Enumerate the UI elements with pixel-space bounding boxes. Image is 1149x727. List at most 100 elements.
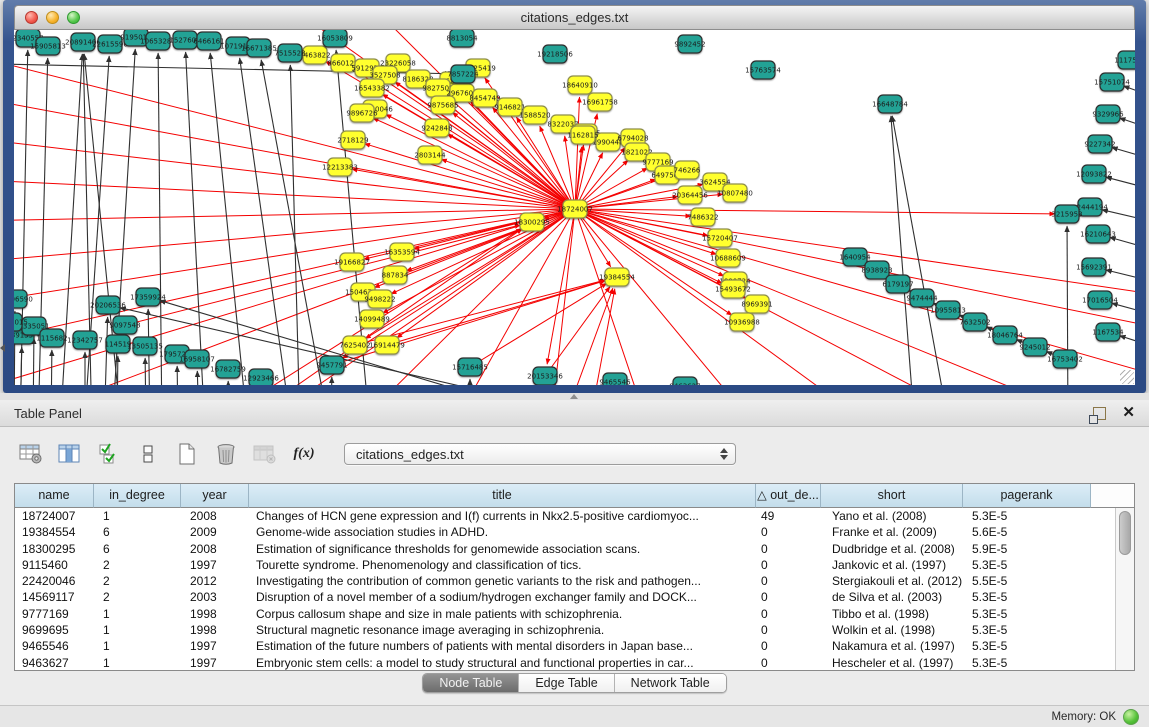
graph-node[interactable]: 9892452 [674,35,705,53]
graph-node[interactable]: 1117538 [1114,51,1135,69]
graph-edge[interactable] [560,288,613,385]
graph-edge[interactable] [386,114,575,209]
cell-pagerank[interactable]: 5.3E-5 [963,508,1091,524]
cell-year[interactable]: 1997 [181,557,249,573]
column-header-short[interactable]: short [821,484,963,508]
graph-node[interactable]: 16053809 [317,30,353,47]
graph-edge[interactable] [1102,210,1135,222]
cell-year[interactable]: 2012 [181,573,249,589]
graph-node[interactable]: 9474444 [906,289,938,307]
cell-short[interactable]: Nakamura et al. (1997) [821,638,963,654]
delete-table-icon[interactable] [211,440,241,468]
cell-in_degree[interactable]: 2 [94,573,181,589]
cell-in_degree[interactable]: 1 [94,638,181,654]
graph-edge[interactable] [228,381,229,385]
float-panel-icon[interactable] [1093,407,1106,420]
graph-node[interactable]: 17016504 [1082,291,1118,309]
cell-year[interactable]: 1998 [181,606,249,622]
graph-node[interactable]: 9498222 [364,290,395,308]
graph-edge[interactable] [125,225,520,325]
table-row[interactable]: 969969511998Structural magnetic resonanc… [15,622,1116,638]
graph-node[interactable]: 9457791 [316,356,347,374]
cell-year[interactable]: 2003 [181,589,249,605]
table-settings-icon[interactable] [16,440,46,468]
graph-edge[interactable] [545,287,610,376]
graph-node[interactable]: 19384554 [599,268,635,286]
cell-out_degree[interactable]: 0 [756,557,821,573]
table-scrollbar[interactable] [1115,508,1134,670]
close-panel-icon[interactable]: ✕ [1122,406,1135,420]
graph-node[interactable]: 15692391 [1076,258,1112,276]
select-visible-columns-icon[interactable] [94,440,124,468]
table-row[interactable]: 1830029562008Estimation of significance … [15,541,1116,557]
table-row[interactable]: 977716911998Corpus callosum shape and si… [15,606,1116,622]
graph-node[interactable]: 16961758 [582,93,618,111]
cell-in_degree[interactable]: 1 [94,622,181,638]
cell-out_degree[interactable]: 0 [756,541,821,557]
table-row[interactable]: 946554611997Estimation of the future num… [15,638,1116,654]
cell-title[interactable]: Genome-wide association studies in ADHD. [249,524,756,540]
table-row[interactable]: 911546021997Tourette syndrome. Phenomeno… [15,557,1116,573]
cell-short[interactable]: de Silva et al. (2003) [821,589,963,605]
cell-year[interactable]: 1997 [181,655,249,670]
graph-edge[interactable] [1112,303,1135,315]
panel-collapse-arrow[interactable] [0,344,5,352]
column-header-in_degree[interactable]: in_degree [94,484,181,508]
graph-node[interactable]: 1167534 [1092,323,1124,341]
cell-name[interactable]: 9699695 [15,622,94,638]
graph-node[interactable]: 7632502 [959,313,990,331]
cell-title[interactable]: Tourette syndrome. Phenomenology and cla… [249,557,756,573]
graph-edge[interactable] [355,280,605,345]
cell-year[interactable]: 2009 [181,524,249,540]
cell-out_degree[interactable]: 0 [756,606,821,622]
graph-node[interactable]: 12923466 [243,369,279,385]
column-header-out_degree[interactable]: △ out_de... [756,484,821,508]
table-select[interactable]: citations_edges.txt [344,443,736,465]
graph-node[interactable]: 6179197 [882,275,913,293]
cell-name[interactable]: 9777169 [15,606,94,622]
graph-node[interactable]: 9465546 [599,373,631,385]
graph-node[interactable]: 746266 [674,161,701,179]
graph-edge[interactable] [1106,270,1135,282]
graph-node[interactable]: 1162815 [567,126,598,144]
cell-in_degree[interactable]: 1 [94,606,181,622]
graph-node[interactable]: 16782759 [210,360,246,378]
cell-out_degree[interactable]: 0 [756,589,821,605]
graph-edge[interactable] [331,377,332,385]
graph-node[interactable]: 10936988 [724,313,760,331]
graph-edge[interactable] [117,356,118,385]
table-row[interactable]: 2242004622012Investigating the contribut… [15,573,1116,589]
cell-in_degree[interactable]: 1 [94,655,181,670]
graph-edge[interactable] [1112,147,1135,160]
graph-edge[interactable] [1119,336,1135,347]
graph-edge[interactable] [1123,86,1135,97]
cell-short[interactable]: Yano et al. (2008) [821,508,963,524]
row-options-icon[interactable] [133,440,163,468]
split-divider[interactable] [0,393,1149,400]
window-resize-grip[interactable] [1120,370,1134,384]
cell-out_degree[interactable]: 0 [756,638,821,654]
graph-node[interactable]: 9097548 [109,316,140,334]
graph-node[interactable]: 1115682 [36,329,67,347]
graph-edge[interactable] [588,289,615,385]
cell-pagerank[interactable]: 5.3E-5 [963,557,1091,573]
cell-out_degree[interactable]: 0 [756,524,821,540]
graph-edge[interactable] [373,118,575,209]
cell-short[interactable]: Dudbridge et al. (2008) [821,541,963,557]
graph-node[interactable]: 16648784 [872,95,908,113]
cell-name[interactable]: 19384554 [15,524,94,540]
cell-name[interactable]: 18300295 [15,541,94,557]
graph-node[interactable]: 19218506 [537,45,573,63]
graph-node[interactable]: 9329966 [1092,105,1124,123]
cell-year[interactable]: 1997 [181,638,249,654]
cell-short[interactable]: Hescheler et al. (1997) [821,655,963,670]
cell-title[interactable]: Investigating the contribution of common… [249,573,756,589]
show-columns-icon[interactable] [55,440,85,468]
cell-in_degree[interactable]: 1 [94,508,181,524]
graph-node[interactable]: 16210643 [1080,225,1116,243]
graph-node[interactable]: 3215953 [1051,205,1082,223]
graph-edge[interactable] [240,58,292,385]
graph-node[interactable]: 7857224 [447,65,479,83]
graph-node[interactable]: 10688609 [710,249,746,267]
graph-node[interactable]: 20364456 [672,186,708,204]
